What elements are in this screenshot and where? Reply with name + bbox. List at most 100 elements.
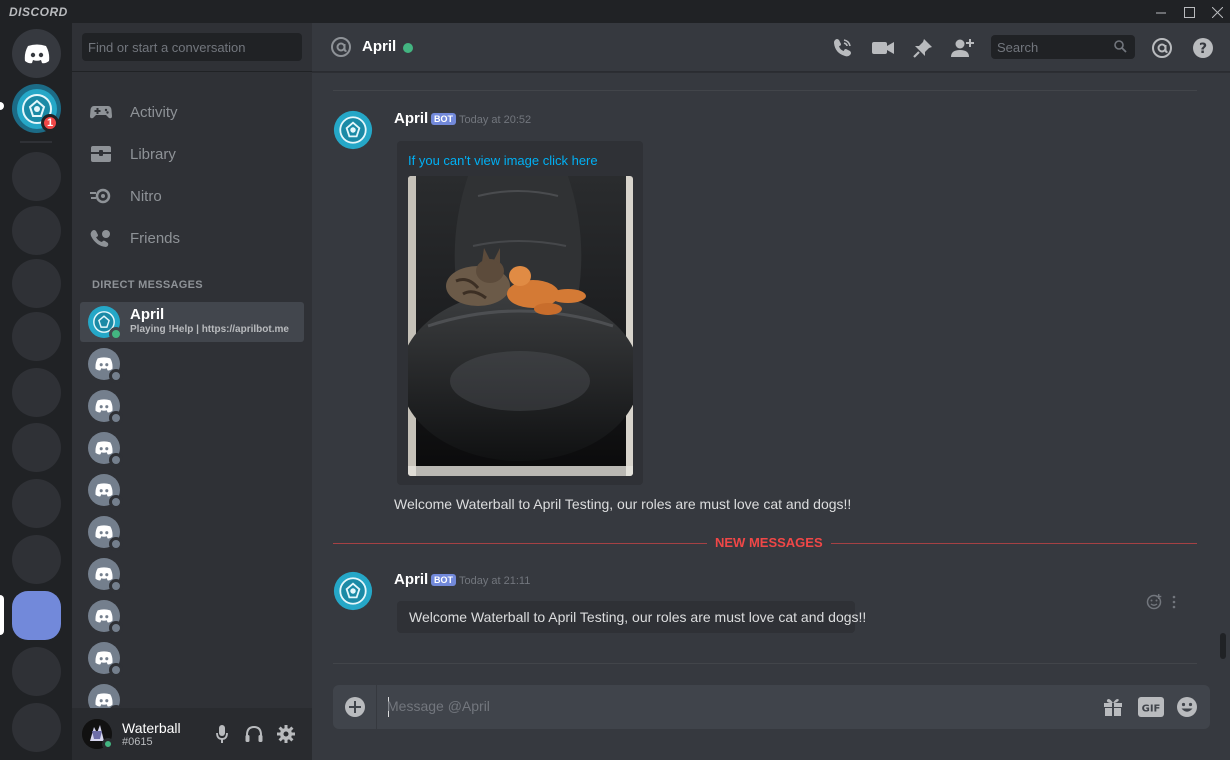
- find-conversation-input[interactable]: Find or start a conversation: [82, 33, 302, 61]
- avatar: [88, 642, 123, 677]
- april-logo-icon: [333, 571, 373, 611]
- svg-text:GIF: GIF: [1142, 704, 1161, 715]
- cat-photo[interactable]: [408, 176, 633, 476]
- microphone-icon[interactable]: [212, 724, 232, 744]
- svg-text:?: ?: [1199, 41, 1207, 57]
- server-icon[interactable]: [12, 312, 61, 361]
- video-call-icon[interactable]: [871, 36, 895, 60]
- discord-default-avatar-icon: [95, 357, 113, 371]
- nav-label: Activity: [130, 103, 178, 121]
- maximize-icon[interactable]: [1177, 2, 1201, 22]
- message-composer[interactable]: Message @April GIF: [333, 685, 1210, 729]
- server-icon[interactable]: [12, 206, 61, 255]
- server-icon[interactable]: [12, 152, 61, 201]
- avatar[interactable]: [333, 571, 373, 611]
- discord-default-avatar-icon: [95, 609, 113, 623]
- message-input[interactable]: Message @April: [387, 698, 490, 714]
- server-icon[interactable]: [12, 368, 61, 417]
- header-search-input[interactable]: Search: [991, 35, 1135, 59]
- avatar: [88, 348, 123, 383]
- title-bar: DISCORD: [0, 0, 1230, 23]
- dm-item[interactable]: [80, 554, 304, 594]
- gif-icon[interactable]: GIF: [1137, 695, 1165, 719]
- chat-scrollbar[interactable]: [1220, 633, 1226, 659]
- search-icon: [1114, 40, 1127, 56]
- dm-item[interactable]: [80, 344, 304, 384]
- discord-default-avatar-icon: [95, 693, 113, 707]
- server-icon[interactable]: [12, 423, 61, 472]
- dm-activity: Playing !Help | https://aprilbot.me: [130, 324, 289, 335]
- add-friend-to-dm-icon[interactable]: [951, 36, 975, 60]
- dm-sidebar: Find or start a conversation Activity Li…: [72, 23, 312, 760]
- nav-friends[interactable]: Friends: [80, 217, 304, 259]
- april-logo-icon: [333, 110, 373, 150]
- avatar: [88, 600, 123, 635]
- at-icon: [330, 36, 352, 63]
- friends-icon: [90, 227, 112, 249]
- message-timestamp: Today at 20:52: [459, 114, 532, 126]
- dm-item[interactable]: [80, 638, 304, 678]
- dm-item-april[interactable]: April Playing !Help | https://aprilbot.m…: [80, 302, 304, 342]
- new-messages-label: NEW MESSAGES: [707, 535, 831, 550]
- nitro-icon: [90, 185, 112, 207]
- gift-icon[interactable]: [1101, 695, 1125, 719]
- server-icon-active[interactable]: [12, 591, 61, 640]
- message-divider: [333, 663, 1197, 664]
- offline-status-icon: [109, 411, 123, 425]
- close-icon[interactable]: [1205, 2, 1229, 22]
- offline-status-icon: [109, 369, 123, 383]
- mentions-icon[interactable]: [1150, 36, 1174, 60]
- nav-library[interactable]: Library: [80, 133, 304, 175]
- server-icon[interactable]: [12, 479, 61, 528]
- nav-label: Friends: [130, 229, 181, 247]
- message-author[interactable]: April: [394, 571, 428, 588]
- server-rail: 1: [0, 23, 72, 760]
- dm-item[interactable]: [80, 596, 304, 636]
- settings-gear-icon[interactable]: [276, 724, 296, 744]
- server-icon[interactable]: [12, 535, 61, 584]
- offline-status-icon: [109, 495, 123, 509]
- dm-item[interactable]: [80, 386, 304, 426]
- discord-logo-icon: [24, 44, 49, 63]
- server-icon[interactable]: [12, 703, 61, 752]
- discord-app: DISCORD 1 Find or start a conversation A…: [0, 0, 1230, 760]
- server-icon[interactable]: [12, 259, 61, 308]
- rail-separator: [20, 141, 52, 143]
- library-icon: [90, 143, 112, 165]
- discord-default-avatar-icon: [95, 525, 113, 539]
- discord-default-avatar-icon: [95, 651, 113, 665]
- offline-status-icon: [109, 663, 123, 677]
- discord-default-avatar-icon: [95, 567, 113, 581]
- online-status-icon: [102, 738, 114, 750]
- user-discriminator: #0615: [122, 736, 153, 748]
- unread-pill: [0, 102, 4, 110]
- search-placeholder: Search: [997, 40, 1039, 55]
- dm-name: April: [130, 307, 165, 323]
- add-reaction-icon[interactable]: [1145, 593, 1163, 611]
- message-content: Welcome Waterball to April Testing, our …: [394, 496, 852, 512]
- embed-link[interactable]: If you can't view image click here: [408, 153, 598, 168]
- server-icon[interactable]: [12, 647, 61, 696]
- voice-call-icon[interactable]: [830, 36, 854, 60]
- chat-header: April Search ?: [312, 23, 1230, 72]
- nav-nitro[interactable]: Nitro: [80, 175, 304, 217]
- emoji-icon[interactable]: [1175, 695, 1199, 719]
- nav-activity[interactable]: Activity: [80, 91, 304, 133]
- minimize-icon[interactable]: [1149, 2, 1173, 22]
- avatar: [88, 390, 123, 425]
- nav-label: Library: [130, 145, 176, 163]
- dm-item[interactable]: [80, 428, 304, 468]
- help-icon[interactable]: ?: [1191, 36, 1215, 60]
- pinned-messages-icon[interactable]: [911, 36, 935, 60]
- more-options-icon[interactable]: [1165, 593, 1183, 611]
- avatar: [88, 474, 123, 509]
- dm-item[interactable]: [80, 512, 304, 552]
- avatar[interactable]: [333, 110, 373, 150]
- message-divider: [333, 90, 1197, 91]
- dm-item[interactable]: [80, 470, 304, 510]
- message-author[interactable]: April: [394, 110, 428, 127]
- home-button[interactable]: [12, 29, 61, 78]
- upload-file-button[interactable]: [333, 685, 377, 729]
- headphones-icon[interactable]: [244, 724, 264, 744]
- username: Waterball: [122, 720, 181, 736]
